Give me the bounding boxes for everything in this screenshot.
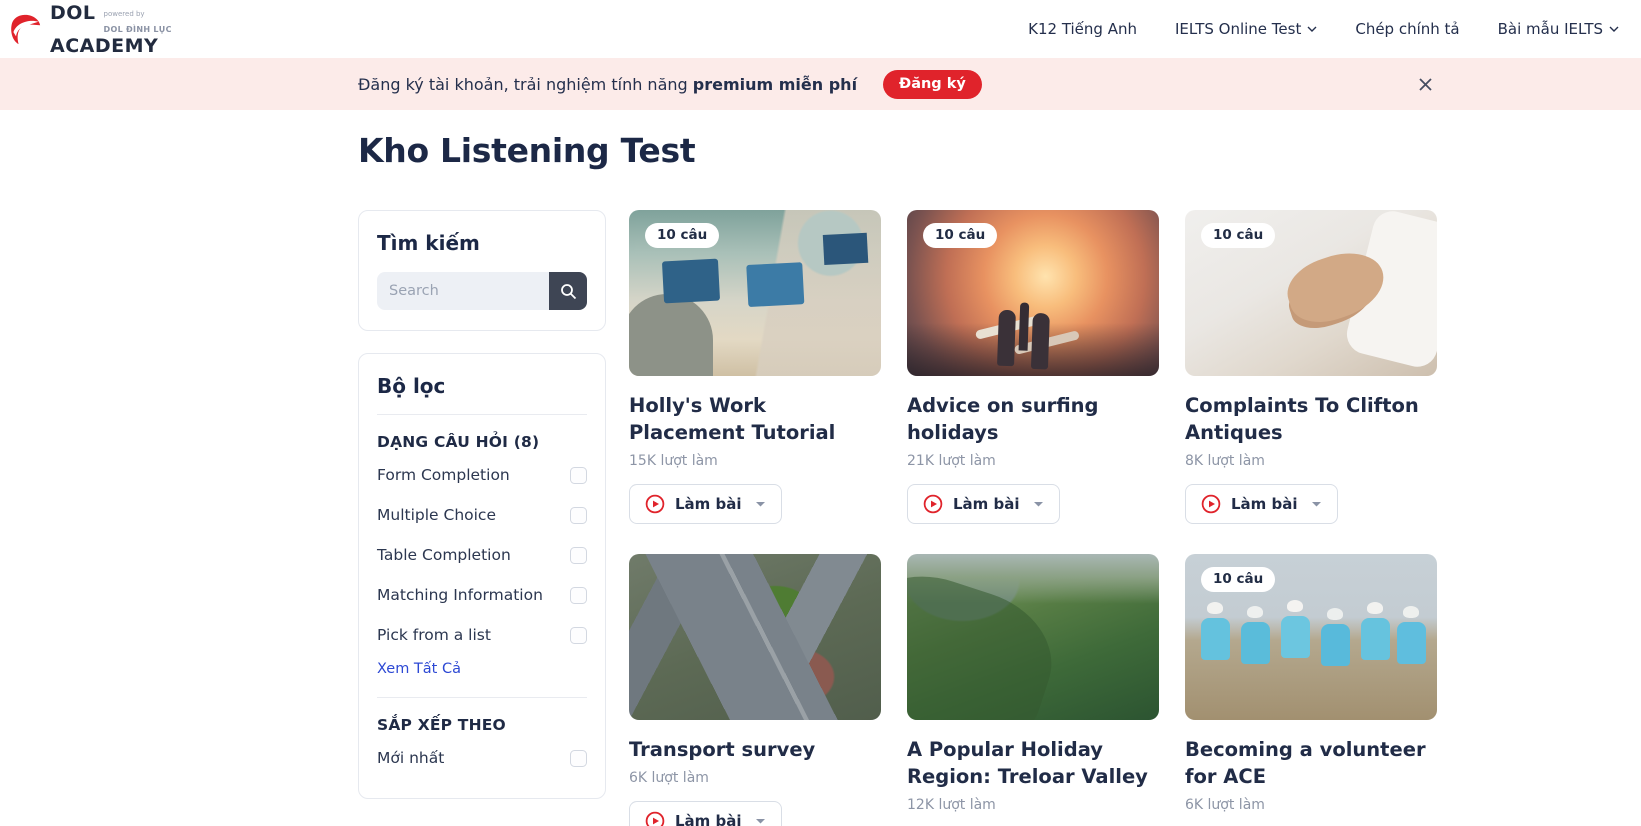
listening-test-card: 10 câu Complaints To Clifton Antiques 8K…	[1185, 210, 1437, 524]
search-input[interactable]	[377, 272, 549, 310]
listening-test-card: 10 câu Becoming a volunteer for ACE 6K l…	[1185, 554, 1437, 826]
filter-option-label: Form Completion	[377, 466, 510, 484]
divider	[377, 414, 587, 415]
start-test-button[interactable]: Làm bài	[1185, 484, 1338, 524]
filter-option-row: Multiple Choice	[377, 495, 587, 535]
search-panel-title: Tìm kiếm	[377, 231, 480, 255]
chevron-down-icon	[755, 818, 765, 823]
start-test-button[interactable]: Làm bài	[629, 801, 782, 826]
filter-option-row: Pick from a list	[377, 615, 587, 655]
filter-panel-title: Bộ lọc	[377, 374, 446, 398]
brand-logo[interactable]: DOL powered by DOL ĐÌNH LỤC ACADEMY	[10, 1, 172, 57]
promo-message: Đăng ký tài khoản, trải nghiệm tính năng…	[358, 74, 858, 94]
question-count-badge: 10 câu	[1201, 223, 1276, 248]
question-count-badge: 10 câu	[923, 223, 998, 248]
filter-checkbox[interactable]	[570, 506, 587, 524]
start-test-button[interactable]: Làm bài	[907, 484, 1060, 524]
card-image[interactable]: 10 câu	[907, 210, 1159, 376]
chevron-down-icon	[1609, 26, 1619, 32]
listening-test-card: 10 câu Advice on surfing holidays 21K lư…	[907, 210, 1159, 524]
play-icon	[645, 811, 665, 826]
card-title[interactable]: Holly's Work Placement Tutorial	[629, 392, 881, 446]
nav-item[interactable]: K12 Tiếng Anh	[1028, 20, 1137, 38]
card-attempts-count: 6K lượt làm	[1185, 797, 1265, 813]
sort-group-label: SẮP XẾP THEO	[377, 716, 506, 734]
chevron-down-icon	[1307, 26, 1317, 32]
filter-checkbox[interactable]	[570, 626, 587, 644]
filter-option-row: Table Completion	[377, 535, 587, 575]
promo-banner: Đăng ký tài khoản, trải nghiệm tính năng…	[0, 58, 1641, 110]
card-title[interactable]: Transport survey	[629, 736, 881, 763]
card-image[interactable]: 10 câu	[1185, 210, 1437, 376]
search-icon	[560, 283, 576, 299]
card-attempts-count: 12K lượt làm	[907, 797, 996, 813]
filter-checkbox[interactable]	[570, 749, 587, 767]
test-cards-grid: 10 câu Holly's Work Placement Tutorial 1…	[629, 210, 1437, 826]
question-type-options: Form Completion Multiple Choice Table Co…	[377, 455, 587, 655]
brand-name-line1: DOL	[50, 1, 96, 24]
card-title[interactable]: Becoming a volunteer for ACE	[1185, 736, 1437, 790]
main-content: Kho Listening Test Tìm kiếm Bộ lọc	[358, 131, 1438, 826]
page-title: Kho Listening Test	[358, 131, 696, 170]
register-button[interactable]: Đăng ký	[883, 69, 982, 99]
filter-option-label: Matching Information	[377, 586, 543, 604]
promo-highlight: premium miễn phí	[692, 74, 858, 94]
chevron-down-icon	[1311, 501, 1321, 506]
play-icon	[1201, 494, 1221, 514]
filters-sidebar: Tìm kiếm Bộ lọc DẠNG CÂU HỎI (8) Form	[358, 210, 606, 799]
filter-option-label: Multiple Choice	[377, 506, 496, 524]
sort-options: Mới nhất	[377, 738, 587, 778]
site-header: DOL powered by DOL ĐÌNH LỤC ACADEMY K12 …	[0, 0, 1641, 58]
listening-test-card: A Popular Holiday Region: Treloar Valley…	[907, 554, 1159, 826]
play-icon	[645, 494, 665, 514]
card-attempts-count: 6K lượt làm	[629, 770, 709, 786]
card-title[interactable]: Complaints To Clifton Antiques	[1185, 392, 1437, 446]
banner-close-button[interactable]	[1412, 71, 1438, 97]
filter-panel: Bộ lọc DẠNG CÂU HỎI (8) Form Completion …	[358, 353, 606, 799]
question-type-group-label: DẠNG CÂU HỎI (8)	[377, 433, 540, 451]
play-icon	[923, 494, 943, 514]
filter-option-row: Matching Information	[377, 575, 587, 615]
card-image[interactable]: 10 câu	[629, 210, 881, 376]
powered-by-label: powered by	[103, 9, 145, 18]
listening-test-card: Transport survey 6K lượt làm Làm bài	[629, 554, 881, 826]
card-attempts-count: 15K lượt làm	[629, 453, 718, 469]
card-image[interactable]: 10 câu	[1185, 554, 1437, 720]
search-button[interactable]	[549, 272, 587, 310]
filter-option-label: Table Completion	[377, 546, 511, 564]
filter-option-row: Form Completion	[377, 455, 587, 495]
nav-item[interactable]: IELTS Online Test	[1175, 20, 1317, 38]
filter-option-label: Pick from a list	[377, 626, 491, 644]
nav-item[interactable]: Chép chính tả	[1355, 20, 1459, 38]
dol-logo-icon	[11, 14, 41, 44]
filter-checkbox[interactable]	[570, 546, 587, 564]
chevron-down-icon	[1033, 501, 1043, 506]
card-image[interactable]	[629, 554, 881, 720]
filter-checkbox[interactable]	[570, 586, 587, 604]
listening-test-card: 10 câu Holly's Work Placement Tutorial 1…	[629, 210, 881, 524]
filter-checkbox[interactable]	[570, 466, 587, 484]
card-title[interactable]: A Popular Holiday Region: Treloar Valley	[907, 736, 1159, 790]
view-all-link[interactable]: Xem Tất Cả	[377, 661, 461, 677]
card-attempts-count: 8K lượt làm	[1185, 453, 1265, 469]
card-title[interactable]: Advice on surfing holidays	[907, 392, 1159, 446]
chevron-down-icon	[755, 501, 765, 506]
question-count-badge: 10 câu	[645, 223, 720, 248]
search-panel: Tìm kiếm	[358, 210, 606, 331]
close-icon	[1418, 77, 1432, 91]
divider	[377, 697, 587, 698]
brand-name-line2: ACADEMY	[50, 34, 159, 57]
filter-option-label: Mới nhất	[377, 749, 445, 767]
filter-option-row: Mới nhất	[377, 738, 587, 778]
card-attempts-count: 21K lượt làm	[907, 453, 996, 469]
card-image[interactable]	[907, 554, 1159, 720]
nav-item[interactable]: Bài mẫu IELTS	[1498, 20, 1619, 38]
main-nav: K12 Tiếng Anh IELTS Online Test Chép chí…	[1028, 20, 1619, 38]
start-test-button[interactable]: Làm bài	[629, 484, 782, 524]
question-count-badge: 10 câu	[1201, 567, 1276, 592]
